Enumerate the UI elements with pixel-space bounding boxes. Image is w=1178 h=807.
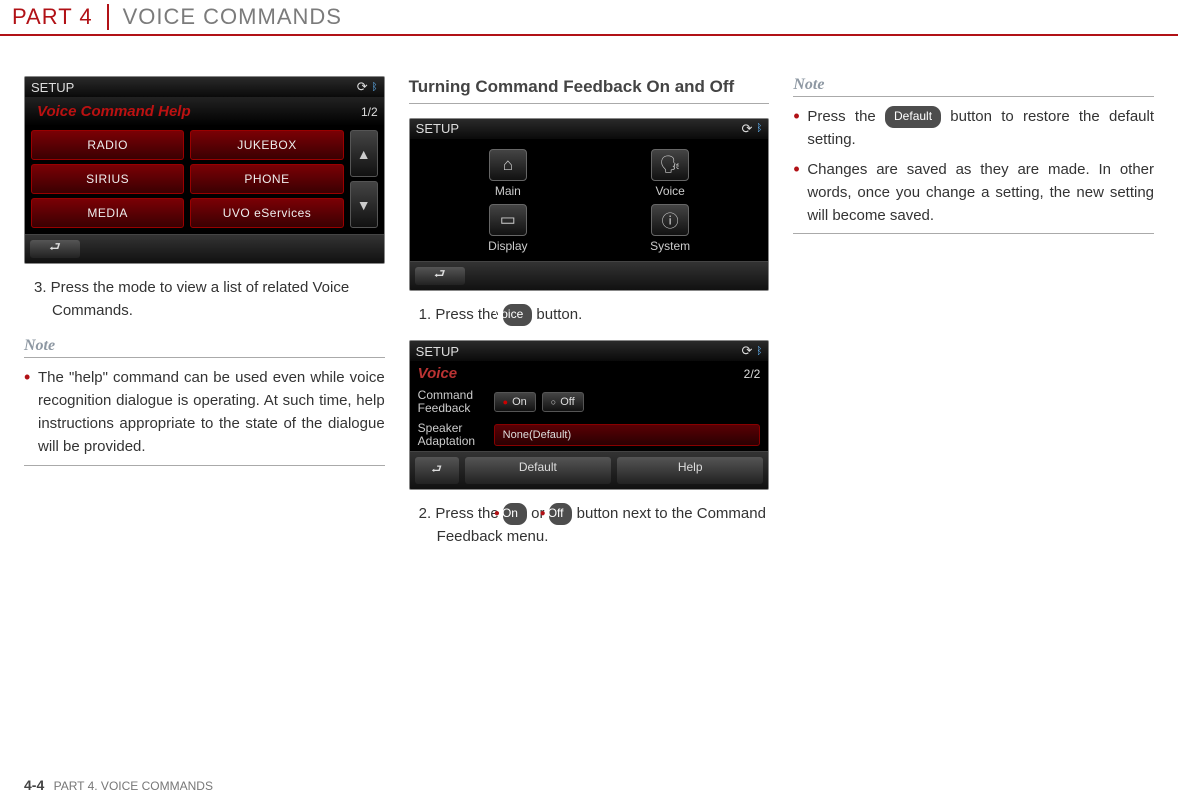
ss-title: SETUP — [416, 121, 459, 136]
sync-icon: ⟳ — [741, 343, 752, 359]
status-icons: ⟳ ᛒ — [357, 79, 378, 95]
back-button[interactable]: ⮐ — [415, 457, 459, 484]
page-indicator: 2/2 — [744, 367, 761, 381]
note-heading: Note — [24, 337, 385, 358]
bluetooth-icon: ᛒ — [756, 123, 762, 134]
t: 2. Press the — [419, 505, 503, 522]
content-columns: SETUP ⟳ ᛒ Voice Command Help 1/2 RADIO S… — [0, 36, 1178, 562]
tile-label: Display — [488, 239, 527, 253]
speaker-adapt-label: Speaker Adaptation — [418, 422, 488, 448]
cmd-feedback-label: Command Feedback — [418, 389, 488, 415]
ss-title: SETUP — [31, 80, 74, 95]
step-2-text: 2. Press the ●On or ●Off button next to … — [417, 502, 770, 549]
column-1: SETUP ⟳ ᛒ Voice Command Help 1/2 RADIO S… — [24, 76, 385, 562]
page-indicator: 1/2 — [361, 105, 378, 119]
jukebox-button[interactable]: JUKEBOX — [190, 130, 343, 160]
page-header: PART 4 VOICE COMMANDS — [0, 0, 1178, 36]
voice-pill: Voice — [503, 304, 532, 326]
footer-text: PART 4. VOICE COMMANDS — [54, 779, 213, 793]
screenshot-voice-help: SETUP ⟳ ᛒ Voice Command Help 1/2 RADIO S… — [24, 76, 385, 264]
t: button. — [532, 306, 582, 323]
column-3: Note Press the Default button to restore… — [793, 76, 1154, 562]
display-tile[interactable]: ▭ Display — [430, 204, 586, 253]
section-heading: Turning Command Feedback On and Off — [409, 76, 770, 104]
bluetooth-icon: ᛒ — [372, 82, 378, 93]
info-icon: ⓘ — [651, 204, 689, 236]
radio-button[interactable]: RADIO — [31, 130, 184, 160]
main-tile[interactable]: ⌂ Main — [430, 149, 586, 198]
display-icon: ▭ — [489, 204, 527, 236]
note-bullet-2: Changes are saved as they are made. In o… — [793, 158, 1154, 228]
column-2: Turning Command Feedback On and Off SETU… — [409, 76, 770, 562]
note-bullet-1: The "help" command can be used even whil… — [24, 366, 385, 459]
t: Press the — [807, 108, 885, 125]
off-pill: ●Off — [549, 503, 573, 525]
scroll-up-button[interactable]: ▲ — [350, 130, 378, 177]
sirius-button[interactable]: SIRIUS — [31, 164, 184, 194]
part-label: PART 4 — [12, 4, 109, 30]
screenshot-voice-settings: SETUP ⟳ ᛒ Voice 2/2 Command Feedback On … — [409, 340, 770, 490]
scroll-down-button[interactable]: ▼ — [350, 181, 378, 228]
help-button[interactable]: Help — [617, 457, 763, 484]
uvo-button[interactable]: UVO eServices — [190, 198, 343, 228]
voice-tile[interactable]: 🗣 Voice — [592, 149, 748, 198]
note-bullet-1: Press the Default button to restore the … — [793, 105, 1154, 152]
tile-label: System — [650, 239, 690, 253]
ss-subtitle: Voice Command Help — [31, 101, 197, 122]
status-icons: ⟳ ᛒ — [741, 343, 762, 359]
ss-title: SETUP — [416, 344, 459, 359]
status-icons: ⟳ ᛒ — [741, 121, 762, 137]
media-button[interactable]: MEDIA — [31, 198, 184, 228]
tile-label: Voice — [655, 184, 684, 198]
screenshot-setup-menu: SETUP ⟳ ᛒ ⌂Main 🗣Voice ▭Display ⓘSystem … — [409, 118, 770, 291]
note-rule — [793, 233, 1154, 234]
speaker-adapt-select[interactable]: None(Default) — [494, 424, 761, 446]
ss-subtitle: Voice — [418, 365, 457, 382]
voice-icon: 🗣 — [651, 149, 689, 181]
phone-button[interactable]: PHONE — [190, 164, 343, 194]
default-button[interactable]: Default — [465, 457, 611, 484]
step-1-text: 1. Press the Voice button. — [417, 303, 770, 326]
note-rule — [24, 465, 385, 466]
system-tile[interactable]: ⓘ System — [592, 204, 748, 253]
sync-icon: ⟳ — [741, 121, 752, 137]
t: 1. Press the — [419, 306, 503, 323]
default-pill: Default — [885, 106, 941, 128]
page-number: 4-4 — [24, 777, 44, 793]
step-3-text: 3. Press the mode to view a list of rela… — [32, 276, 385, 323]
back-button[interactable]: ⮐ — [30, 240, 80, 258]
note-heading: Note — [793, 76, 1154, 97]
back-button[interactable]: ⮐ — [415, 267, 465, 285]
page-footer: 4-4 PART 4. VOICE COMMANDS — [24, 777, 213, 793]
part-title: VOICE COMMANDS — [109, 4, 342, 30]
on-pill: ●On — [503, 503, 527, 525]
home-icon: ⌂ — [489, 149, 527, 181]
off-radio[interactable]: Off — [542, 392, 584, 412]
tile-label: Main — [495, 184, 521, 198]
bluetooth-icon: ᛒ — [756, 346, 762, 357]
on-radio[interactable]: On — [494, 392, 536, 412]
sync-icon: ⟳ — [357, 79, 368, 95]
